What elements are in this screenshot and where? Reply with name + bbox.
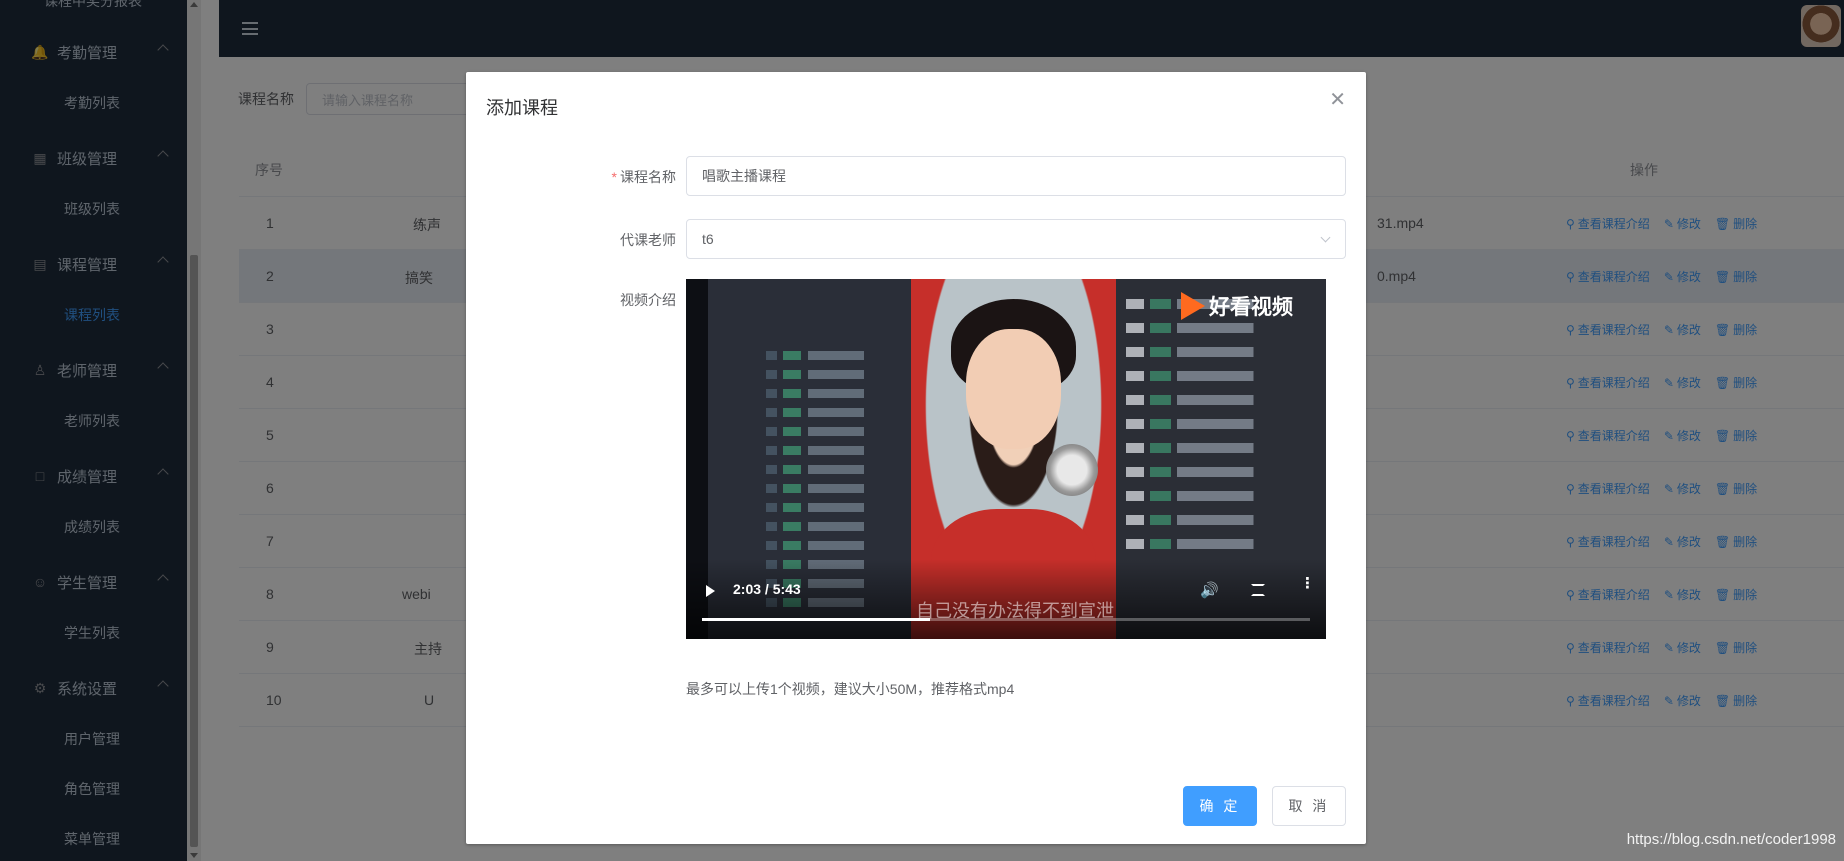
video-label: 视频介绍: [620, 292, 676, 308]
required-mark: *: [611, 169, 617, 185]
watermark: https://blog.csdn.net/coder1998: [1626, 831, 1836, 848]
close-icon[interactable]: ✕: [1329, 90, 1346, 110]
video-progress-bar[interactable]: [702, 618, 1310, 621]
teacher-select[interactable]: t6: [686, 219, 1346, 259]
volume-icon[interactable]: 🔊: [1200, 581, 1219, 599]
dialog-title: 添加课程: [486, 98, 558, 118]
confirm-button[interactable]: 确 定: [1183, 786, 1257, 826]
chevron-down-icon: [1320, 232, 1331, 243]
teacher-label: 代课老师: [620, 232, 676, 248]
video-player[interactable]: 好看视频 自己没有办法得不到宣泄 2:03 / 5:43 🔊 ⋮: [686, 279, 1326, 639]
play-icon[interactable]: [706, 585, 715, 597]
video-logo: 好看视频: [1181, 291, 1293, 321]
fullscreen-icon[interactable]: [1251, 584, 1265, 596]
cancel-button[interactable]: 取 消: [1272, 786, 1346, 826]
course-name-label: * 课程名称: [611, 169, 676, 185]
course-name-input[interactable]: 唱歌主播课程: [686, 156, 1346, 196]
video-time: 2:03 / 5:43: [733, 581, 801, 597]
upload-tip: 最多可以上传1个视频，建议大小50M，推荐格式mp4: [686, 681, 1015, 697]
add-course-dialog: 添加课程 ✕ * 课程名称 唱歌主播课程 代课老师 t6 视频介绍 好看视频 自己…: [466, 72, 1366, 844]
more-options-icon[interactable]: ⋮: [1300, 576, 1315, 591]
play-logo-icon: [1181, 292, 1205, 320]
teacher-select-value: t6: [702, 231, 714, 247]
